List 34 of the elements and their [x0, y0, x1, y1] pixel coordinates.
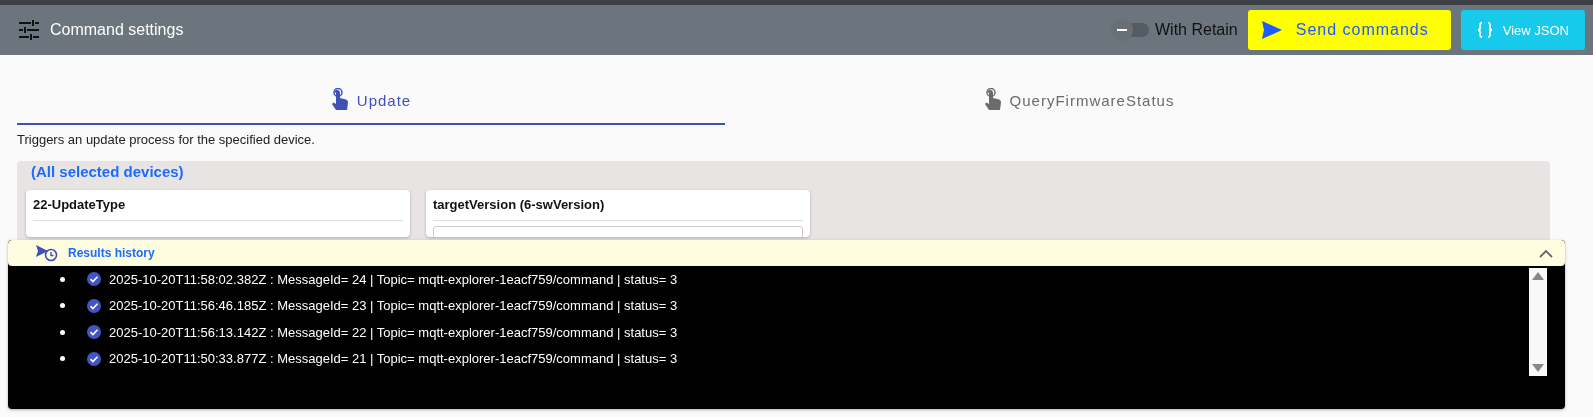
- tab[interactable]: Update: [17, 77, 725, 125]
- check-circle-icon: [87, 298, 101, 313]
- field-label: 22-UpdateType: [33, 197, 403, 221]
- devices-title: (All selected devices): [31, 163, 185, 180]
- result-text: 2025-10-20T11:56:46.185Z : MessageId= 23 | Topic= mqtt-explorer-1eacf759/command | status= 3: [109, 298, 678, 314]
- check-circle-icon: [87, 351, 101, 366]
- results-header[interactable]: Results history: [8, 240, 1565, 266]
- result-text: 2025-10-20T11:50:33.877Z : MessageId= 21 | Topic= mqtt-explorer-1eacf759/command | status= 3: [109, 351, 678, 367]
- bullet: [60, 276, 65, 282]
- bullet: [60, 303, 65, 309]
- sliders-icon: [18, 20, 40, 40]
- hand-pointer-icon: [330, 88, 349, 112]
- check-circle-icon: [87, 272, 101, 287]
- tab[interactable]: QueryFirmwareStatus: [725, 77, 1433, 125]
- field-label: targetVersion (6-swVersion): [433, 197, 803, 221]
- results-title: Results history: [68, 246, 156, 260]
- hand-pointer-icon: [983, 88, 1002, 112]
- braces-icon: [1476, 22, 1493, 38]
- switch-label: With Retain: [1155, 21, 1238, 39]
- bullet: [60, 356, 65, 362]
- scrollbar[interactable]: [1529, 268, 1547, 376]
- result-text: 2025-10-20T11:58:02.382Z : MessageId= 24 | Topic= mqtt-explorer-1eacf759/command | status= 3: [109, 271, 678, 287]
- check-circle-icon: [87, 325, 101, 340]
- scroll-down-icon[interactable]: [1532, 364, 1544, 372]
- result-text: 2025-10-20T11:56:13.142Z : MessageId= 22 | Topic= mqtt-explorer-1eacf759/command | status= 3: [109, 324, 678, 340]
- send-icon: [1261, 21, 1282, 39]
- scroll-up-icon[interactable]: [1532, 272, 1544, 280]
- send-button[interactable]: Send commands: [1247, 10, 1451, 50]
- description: Triggers an update process for the specified device.: [17, 132, 316, 147]
- minus-icon: [1117, 29, 1127, 31]
- bullet: [60, 329, 65, 335]
- panel-title: Command settings: [50, 21, 185, 39]
- chevron-up-icon[interactable]: [1539, 248, 1553, 258]
- send-clock-icon: [36, 244, 58, 262]
